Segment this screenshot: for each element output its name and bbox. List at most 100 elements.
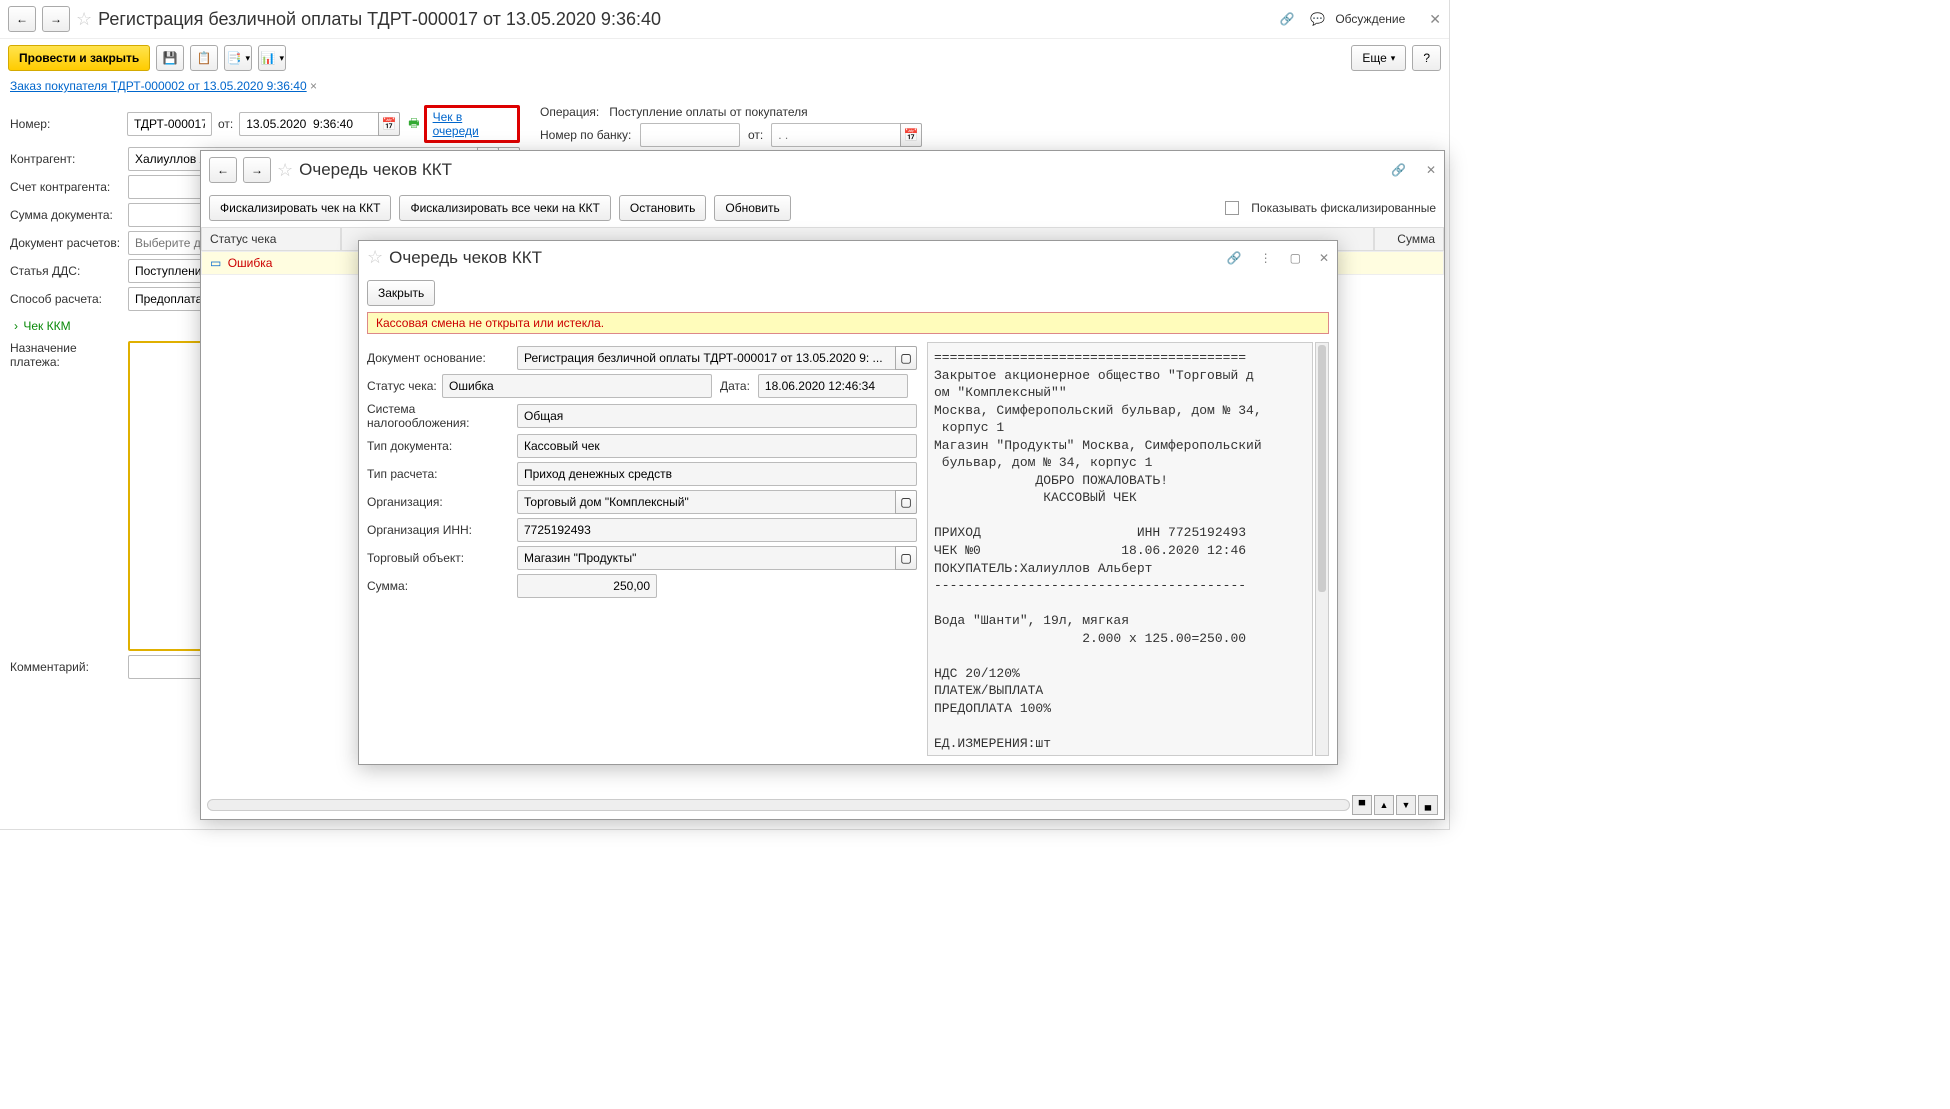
- print-icon[interactable]: 🖶: [408, 114, 419, 135]
- close-icon[interactable]: ✕: [1429, 11, 1441, 28]
- label-date: Дата:: [720, 379, 750, 393]
- post-button[interactable]: 📋: [190, 45, 218, 71]
- date-input[interactable]: [239, 112, 379, 136]
- nav-back-button[interactable]: ←: [209, 157, 237, 183]
- label-bank-from: от:: [748, 128, 763, 142]
- stop-button[interactable]: Остановить: [619, 195, 707, 221]
- h-scrollbar[interactable]: [207, 799, 1350, 811]
- tax-input: [517, 404, 917, 428]
- order-link-close[interactable]: ×: [310, 79, 317, 93]
- label-inn: Организация ИНН:: [367, 523, 517, 537]
- discuss-label[interactable]: Обсуждение: [1335, 12, 1405, 26]
- label-comment: Комментарий:: [10, 660, 128, 674]
- create-based-button[interactable]: 📑: [224, 45, 252, 71]
- calendar-icon[interactable]: 📅: [900, 123, 922, 147]
- dds-input[interactable]: [128, 259, 208, 283]
- fiscalize-one-button[interactable]: Фискализировать чек на ККТ: [209, 195, 391, 221]
- refresh-button[interactable]: Обновить: [714, 195, 790, 221]
- open-icon[interactable]: ▢: [895, 490, 917, 514]
- pay-method-input[interactable]: [128, 287, 208, 311]
- link-icon[interactable]: 🔗: [1391, 163, 1406, 177]
- label-bank-no: Номер по банку:: [540, 128, 640, 142]
- label-pay-method: Способ расчета:: [10, 292, 128, 306]
- order-link[interactable]: Заказ покупателя ТДРТ-000002 от 13.05.20…: [10, 79, 307, 93]
- detail-title: Очередь чеков ККТ: [389, 248, 542, 268]
- sum-input: [517, 574, 657, 598]
- queue-title: Очередь чеков ККТ: [299, 160, 452, 180]
- help-button[interactable]: ?: [1412, 45, 1441, 71]
- link-icon[interactable]: 🔗: [1279, 12, 1294, 26]
- label-calc-type: Тип расчета:: [367, 467, 517, 481]
- check-queue-link[interactable]: Чек в очереди: [433, 110, 479, 138]
- calc-type-input: [517, 462, 917, 486]
- report-button[interactable]: 📊: [258, 45, 286, 71]
- favorite-star-icon[interactable]: ☆: [367, 247, 383, 268]
- close-icon[interactable]: ✕: [1426, 163, 1436, 177]
- row-status: Ошибка: [228, 256, 273, 270]
- doc-type-input: [517, 434, 917, 458]
- label-doc-type: Тип документа:: [367, 439, 517, 453]
- more-menu-icon[interactable]: ⋮: [1260, 251, 1272, 265]
- status-input: [442, 374, 712, 398]
- label-purpose: Назначение платежа:: [10, 341, 128, 369]
- bank-no-input[interactable]: [640, 123, 740, 147]
- discuss-icon[interactable]: 💬: [1310, 12, 1325, 26]
- show-fiscalized-checkbox[interactable]: [1225, 201, 1239, 215]
- label-doc-calc: Документ расчетов:: [10, 236, 128, 250]
- scroll-up-button[interactable]: ▲: [1374, 795, 1394, 815]
- label-tax: Система налогообложения:: [367, 402, 517, 430]
- label-trade: Торговый объект:: [367, 551, 517, 565]
- label-operation: Операция:: [540, 105, 599, 119]
- label-doc-sum: Сумма документа:: [10, 208, 128, 222]
- label-account: Счет контрагента:: [10, 180, 128, 194]
- open-icon[interactable]: ▢: [895, 346, 917, 370]
- more-button[interactable]: Еще: [1351, 45, 1406, 71]
- col-sum[interactable]: Сумма: [1374, 227, 1444, 251]
- error-bar: Кассовая смена не открыта или истекла.: [367, 312, 1329, 334]
- org-input[interactable]: [517, 490, 896, 514]
- bank-date-input[interactable]: [771, 123, 901, 147]
- comment-input[interactable]: [128, 655, 208, 679]
- kkm-link[interactable]: Чек ККМ: [23, 319, 70, 333]
- show-fiscalized-label: Показывать фискализированные: [1251, 201, 1436, 215]
- favorite-star-icon[interactable]: ☆: [277, 160, 293, 181]
- close-button[interactable]: Закрыть: [367, 280, 435, 306]
- label-doc-base: Документ основание:: [367, 351, 517, 365]
- label-sum: Сумма:: [367, 579, 517, 593]
- purpose-input[interactable]: [128, 341, 208, 651]
- inn-input: [517, 518, 917, 542]
- row-icon: ▭: [210, 256, 221, 270]
- col-status[interactable]: Статус чека: [201, 227, 341, 251]
- nav-back-button[interactable]: ←: [8, 6, 36, 32]
- trade-input[interactable]: [517, 546, 896, 570]
- page-title: Регистрация безличной оплаты ТДРТ-000017…: [98, 9, 661, 30]
- scroll-down-button[interactable]: ▼: [1396, 795, 1416, 815]
- receipt-preview: ========================================…: [927, 342, 1313, 756]
- save-button[interactable]: 💾: [156, 45, 184, 71]
- label-number: Номер:: [10, 117, 127, 131]
- label-from: от:: [218, 117, 233, 131]
- favorite-star-icon[interactable]: ☆: [76, 9, 92, 30]
- date-input: [758, 374, 908, 398]
- doc-base-input[interactable]: [517, 346, 896, 370]
- open-icon[interactable]: ▢: [895, 546, 917, 570]
- label-counterparty: Контрагент:: [10, 152, 128, 166]
- fiscalize-all-button[interactable]: Фискализировать все чеки на ККТ: [399, 195, 610, 221]
- nav-forward-button[interactable]: →: [42, 6, 70, 32]
- doc-calc-input[interactable]: [128, 231, 208, 255]
- v-scrollbar[interactable]: [1315, 342, 1329, 756]
- label-dds: Статья ДДС:: [10, 264, 128, 278]
- maximize-icon[interactable]: ▢: [1290, 251, 1301, 265]
- nav-forward-button[interactable]: →: [243, 157, 271, 183]
- doc-sum-input[interactable]: [128, 203, 208, 227]
- link-icon[interactable]: 🔗: [1227, 251, 1242, 265]
- chevron-right-icon: ›: [14, 319, 18, 333]
- label-status: Статус чека:: [367, 379, 442, 393]
- scroll-top-button[interactable]: ▀: [1352, 795, 1372, 815]
- number-input[interactable]: [127, 112, 212, 136]
- close-icon[interactable]: ✕: [1319, 251, 1329, 265]
- label-org: Организация:: [367, 495, 517, 509]
- scroll-bottom-button[interactable]: ▄: [1418, 795, 1438, 815]
- post-and-close-button[interactable]: Провести и закрыть: [8, 45, 150, 71]
- calendar-icon[interactable]: 📅: [378, 112, 400, 136]
